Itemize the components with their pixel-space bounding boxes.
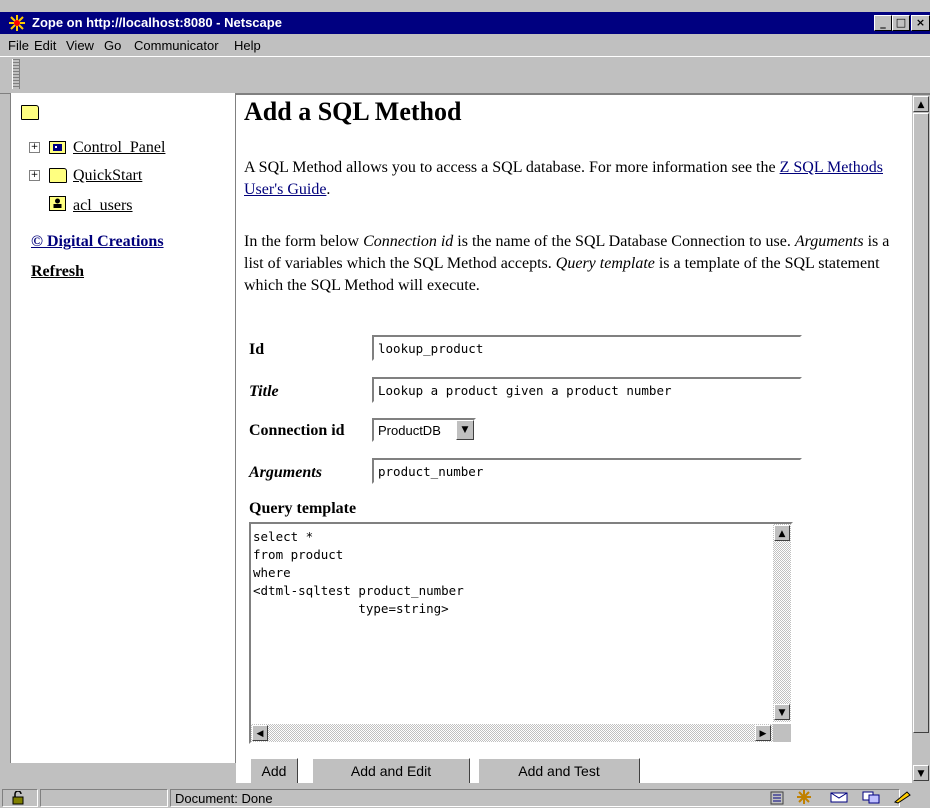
user-folder-icon	[49, 196, 66, 211]
scroll-up-icon[interactable]: ▲	[774, 525, 790, 541]
expand-quickstart-icon[interactable]: +	[29, 170, 40, 181]
arguments-field[interactable]: product_number	[372, 458, 802, 484]
content-scrollbar[interactable]: ▲ ▼	[912, 95, 930, 783]
security-lock-icon	[12, 791, 24, 805]
close-button[interactable]: ×	[911, 15, 930, 31]
minimize-button[interactable]: _	[874, 15, 892, 31]
add-button[interactable]: Add	[250, 758, 298, 783]
scroll-down-icon[interactable]: ▼	[913, 765, 929, 781]
composer-icon[interactable]	[893, 790, 913, 804]
title-label: Title	[249, 383, 279, 400]
desc-text: In the form below	[244, 233, 364, 250]
toolbar-grip[interactable]	[12, 59, 20, 89]
intro-paragraph: A SQL Method allows you to access a SQL …	[244, 157, 904, 201]
scroll-left-icon[interactable]: ◀	[252, 725, 268, 741]
navigator-icon[interactable]	[795, 789, 813, 805]
status-bar: Document: Done	[0, 788, 930, 808]
title-bar[interactable]: Zope on http://localhost:8080 - Netscape…	[0, 12, 930, 34]
content-frame: Add a SQL Method A SQL Method allows you…	[236, 95, 912, 783]
digital-creations-link[interactable]: © Digital Creations	[31, 233, 164, 251]
intro-end: .	[326, 181, 331, 198]
tree-item-control-panel[interactable]: Control_Panel	[73, 139, 165, 157]
security-indicator[interactable]	[2, 789, 38, 807]
page-title: Add a SQL Method	[244, 97, 462, 126]
desc-text: is the name of the SQL Database Connecti…	[453, 233, 795, 250]
root-folder-icon[interactable]	[21, 105, 39, 120]
menu-communicator[interactable]: Communicator	[134, 38, 219, 53]
refresh-link[interactable]: Refresh	[31, 263, 84, 281]
arguments-label: Arguments	[249, 464, 322, 481]
id-field[interactable]: lookup_product	[372, 335, 802, 361]
connection-id-value: ProductDB	[378, 423, 441, 438]
add-and-edit-button[interactable]: Add and Edit	[312, 758, 470, 783]
menu-edit[interactable]: Edit	[34, 38, 56, 53]
window-title: Zope on http://localhost:8080 - Netscape	[32, 15, 282, 30]
browser-window: Zope on http://localhost:8080 - Netscape…	[0, 0, 930, 808]
tree-item-label[interactable]: Control_Panel	[73, 139, 165, 156]
tree-item-acl-users[interactable]: acl_users	[73, 197, 133, 215]
maximize-button[interactable]: □	[892, 15, 910, 31]
menu-bar: File Edit View Go Communicator Help	[0, 34, 930, 56]
desc-em: Connection id	[363, 233, 454, 250]
query-template-textarea[interactable]: select * from product where <dtml-sqltes…	[249, 522, 793, 744]
status-text: Document: Done	[170, 789, 900, 807]
scroll-thumb[interactable]	[913, 113, 929, 733]
desc-em: Arguments	[794, 233, 864, 250]
component-icon[interactable]	[770, 791, 784, 805]
navigation-frame: + Control_Panel + QuickStart acl_users ©…	[10, 93, 237, 763]
id-label: Id	[249, 341, 265, 358]
title-field[interactable]: Lookup a product given a product number	[372, 377, 802, 403]
tree-item-label[interactable]: acl_users	[73, 197, 133, 214]
add-and-test-button[interactable]: Add and Test	[478, 758, 640, 783]
scroll-down-icon[interactable]: ▼	[774, 704, 790, 720]
mail-icon[interactable]	[830, 790, 850, 804]
menu-file[interactable]: File	[8, 38, 29, 53]
toolbar	[0, 56, 930, 94]
tree-item-label[interactable]: QuickStart	[73, 167, 142, 184]
menu-go[interactable]: Go	[104, 38, 121, 53]
query-template-label: Query template	[249, 500, 357, 517]
discussion-icon[interactable]	[862, 790, 880, 804]
netscape-icon	[8, 14, 26, 32]
intro-text: A SQL Method allows you to access a SQL …	[244, 159, 780, 176]
scroll-up-icon[interactable]: ▲	[913, 96, 929, 112]
scroll-corner	[773, 724, 791, 742]
query-template-text[interactable]: select * from product where <dtml-sqltes…	[253, 528, 464, 618]
quickstart-folder-icon	[49, 168, 67, 183]
connection-id-select[interactable]: ProductDB ▼	[372, 418, 476, 442]
connection-id-label: Connection id	[249, 422, 345, 439]
menu-help[interactable]: Help	[234, 38, 261, 53]
tree-item-quickstart[interactable]: QuickStart	[73, 167, 142, 185]
progress-indicator	[40, 789, 168, 807]
chevron-down-icon[interactable]: ▼	[456, 420, 474, 440]
expand-control-panel-icon[interactable]: +	[29, 142, 40, 153]
refresh-label[interactable]: Refresh	[31, 263, 84, 280]
textarea-hscroll[interactable]: ◀ ▶	[251, 724, 773, 742]
desc-em: Query template	[555, 255, 655, 272]
control-panel-icon	[49, 141, 66, 154]
scroll-right-icon[interactable]: ▶	[755, 725, 771, 741]
form-description: In the form below Connection id is the n…	[244, 231, 904, 297]
textarea-vscroll[interactable]: ▲ ▼	[773, 524, 791, 722]
digital-creations-label[interactable]: © Digital Creations	[31, 233, 164, 250]
menu-view[interactable]: View	[66, 38, 94, 53]
